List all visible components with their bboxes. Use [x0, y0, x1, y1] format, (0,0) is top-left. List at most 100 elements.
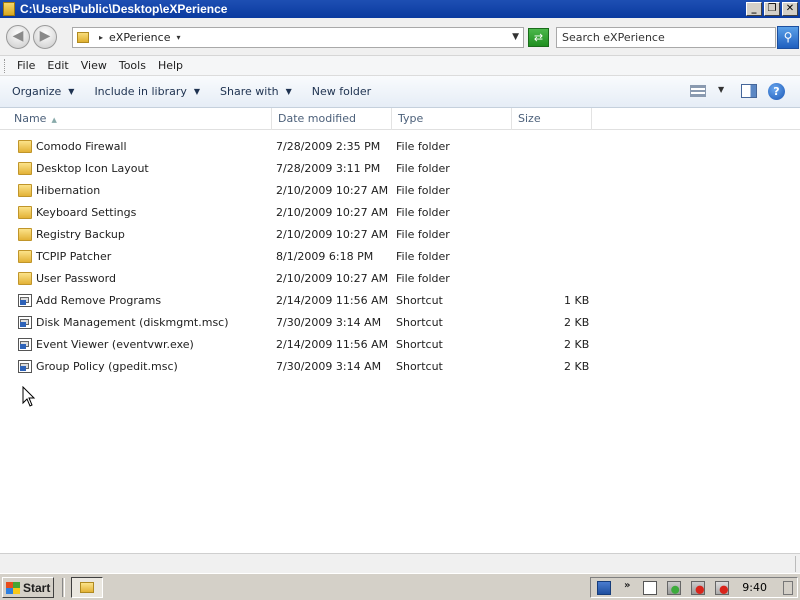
file-date: 2/10/2009 10:27 AM [276, 184, 389, 197]
address-bar[interactable]: ▸ eXPerience ▾ ▼ [72, 27, 524, 48]
file-type: File folder [396, 272, 450, 285]
shortcut-icon [18, 360, 32, 373]
start-button[interactable]: Start [2, 577, 54, 598]
preview-pane-icon[interactable] [741, 84, 757, 98]
start-label: Start [23, 580, 51, 595]
clock[interactable]: 9:40 [742, 581, 767, 594]
share-with-button[interactable]: Share with ▼ [220, 85, 292, 98]
file-name: Comodo Firewall [36, 140, 127, 153]
folder-icon [18, 162, 32, 175]
refresh-button[interactable]: ⇄ [528, 28, 549, 47]
document-icon[interactable] [643, 581, 657, 595]
file-type: File folder [396, 140, 450, 153]
menu-file[interactable]: File [17, 59, 35, 72]
status-bar [0, 553, 800, 573]
breadcrumb-item[interactable]: eXPerience [109, 31, 170, 44]
close-button[interactable]: ✕ [782, 2, 798, 16]
file-row[interactable]: Disk Management (diskmgmt.msc) 7/30/2009… [0, 312, 800, 334]
column-header-size[interactable]: Size [512, 108, 592, 130]
file-type: File folder [396, 184, 450, 197]
title-bar[interactable]: C:\Users\Public\Desktop\eXPerience _ ❐ ✕ [0, 0, 800, 18]
chevron-down-icon: ▼ [193, 87, 201, 96]
file-row[interactable]: Comodo Firewall 7/28/2009 2:35 PM File f… [0, 136, 800, 158]
column-header-date[interactable]: Date modified [272, 108, 392, 130]
file-name: Event Viewer (eventvwr.exe) [36, 338, 194, 351]
restore-button[interactable]: ❐ [764, 2, 780, 16]
file-name: Disk Management (diskmgmt.msc) [36, 316, 229, 329]
taskbar-separator [62, 578, 65, 597]
view-dropdown-icon[interactable]: ▼ [718, 85, 724, 94]
network-icon[interactable] [597, 581, 611, 595]
menu-help[interactable]: Help [158, 59, 183, 72]
command-bar: Organize ▼ Include in library ▼ Share wi… [0, 76, 800, 108]
address-history-dropdown-icon[interactable]: ▼ [512, 32, 519, 42]
file-name: Registry Backup [36, 228, 125, 241]
file-date: 7/28/2009 3:11 PM [276, 162, 381, 175]
menu-edit[interactable]: Edit [47, 59, 68, 72]
system-tray: » 9:40 [590, 577, 798, 598]
file-type: Shortcut [396, 360, 443, 373]
shortcut-icon [18, 316, 32, 329]
folder-icon [18, 184, 32, 197]
menu-view[interactable]: View [81, 59, 107, 72]
file-row[interactable]: Add Remove Programs 2/14/2009 11:56 AM S… [0, 290, 800, 312]
file-row[interactable]: TCPIP Patcher 8/1/2009 6:18 PM File fold… [0, 246, 800, 268]
file-name: Add Remove Programs [36, 294, 162, 307]
share-label: Share with [220, 85, 279, 98]
breadcrumb-chevron-icon[interactable]: ▸ [99, 33, 103, 42]
include-in-library-button[interactable]: Include in library ▼ [94, 85, 200, 98]
file-date: 2/10/2009 10:27 AM [276, 228, 389, 241]
file-row[interactable]: Keyboard Settings 2/10/2009 10:27 AM Fil… [0, 202, 800, 224]
security-icon[interactable] [667, 581, 681, 595]
file-row[interactable]: Registry Backup 2/10/2009 10:27 AM File … [0, 224, 800, 246]
file-date: 2/14/2009 11:56 AM [276, 338, 389, 351]
file-row[interactable]: Event Viewer (eventvwr.exe) 2/14/2009 11… [0, 334, 800, 356]
file-type: Shortcut [396, 338, 443, 351]
file-row[interactable]: Group Policy (gpedit.msc) 7/30/2009 3:14… [0, 356, 800, 378]
minimize-button[interactable]: _ [746, 2, 762, 16]
file-date: 2/10/2009 10:27 AM [276, 272, 389, 285]
file-row[interactable]: Hibernation 2/10/2009 10:27 AM File fold… [0, 180, 800, 202]
tray-expand-icon[interactable]: » [624, 580, 630, 591]
back-button[interactable]: ◀ [6, 25, 30, 49]
show-desktop-icon[interactable] [783, 581, 793, 595]
volume-muted-icon[interactable] [715, 581, 729, 595]
taskbar-explorer-button[interactable] [71, 577, 103, 598]
folder-icon [80, 582, 94, 593]
menu-grip [4, 58, 7, 73]
help-icon[interactable]: ? [768, 83, 785, 100]
windows-logo-icon [6, 581, 20, 594]
breadcrumb-dropdown-icon[interactable]: ▾ [176, 33, 180, 42]
search-icon[interactable]: ⚲ [777, 26, 799, 49]
file-name: Desktop Icon Layout [36, 162, 149, 175]
file-type: File folder [396, 162, 450, 175]
include-label: Include in library [94, 85, 187, 98]
forward-button[interactable]: ▶ [33, 25, 57, 49]
menu-tools[interactable]: Tools [119, 59, 146, 72]
new-folder-button[interactable]: New folder [312, 85, 371, 98]
file-row[interactable]: User Password 2/10/2009 10:27 AM File fo… [0, 268, 800, 290]
folder-icon [18, 140, 32, 153]
file-size: 2 KB [564, 360, 590, 373]
organize-button[interactable]: Organize ▼ [12, 85, 74, 98]
window-title: C:\Users\Public\Desktop\eXPerience [20, 2, 228, 16]
status-divider [795, 556, 796, 572]
file-size: 2 KB [564, 316, 590, 329]
file-date: 2/14/2009 11:56 AM [276, 294, 389, 307]
file-row[interactable]: Desktop Icon Layout 7/28/2009 3:11 PM Fi… [0, 158, 800, 180]
sort-ascending-icon: ▲ [51, 116, 57, 124]
search-input[interactable]: Search eXPerience [556, 27, 776, 48]
shortcut-icon [18, 294, 32, 307]
folder-icon [77, 32, 89, 43]
view-options-icon[interactable] [690, 85, 706, 97]
column-header-name[interactable]: Name ▲ [8, 108, 272, 130]
folder-icon [18, 228, 32, 241]
shortcut-icon [18, 338, 32, 351]
folder-icon [18, 206, 32, 219]
power-icon[interactable] [691, 581, 705, 595]
menu-bar: File Edit View Tools Help [0, 56, 800, 76]
file-name: Hibernation [36, 184, 101, 197]
window-controls: _ ❐ ✕ [746, 2, 798, 16]
file-size: 1 KB [564, 294, 590, 307]
column-header-type[interactable]: Type [392, 108, 512, 130]
